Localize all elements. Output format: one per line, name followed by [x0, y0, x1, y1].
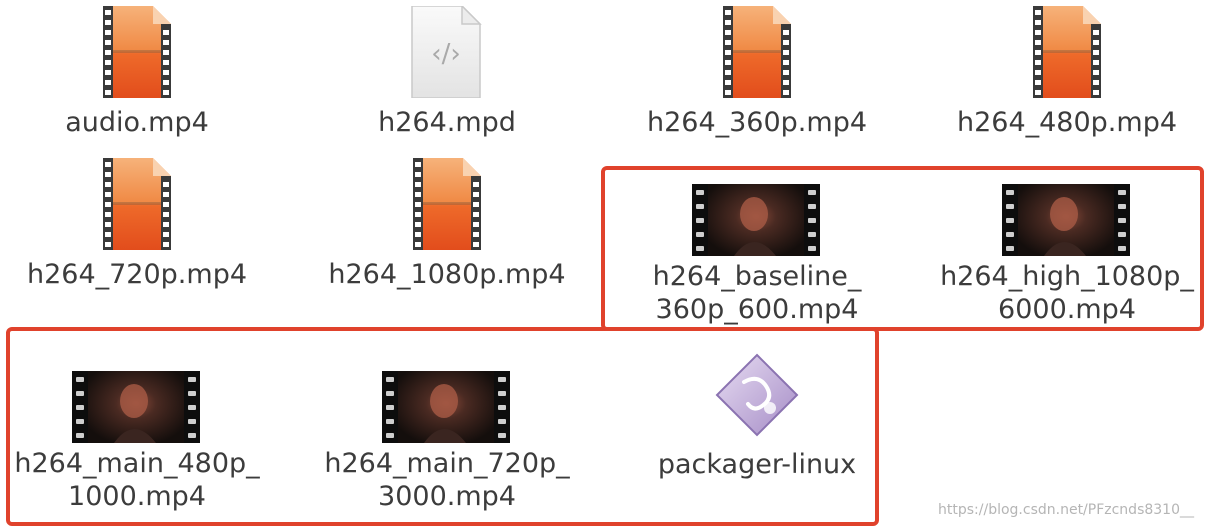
file-h264-1080p-mp4[interactable]: h264_1080p.mp4: [312, 158, 582, 291]
file-label: h264_720p.mp4: [26, 259, 248, 290]
svg-text:‹/›: ‹/›: [431, 39, 461, 69]
video-file-icon: [101, 6, 173, 98]
file-label: h264_480p.mp4: [956, 107, 1178, 138]
highlight-box-top: [601, 166, 1204, 331]
file-label: audio.mp4: [65, 107, 209, 138]
file-label: h264_1080p.mp4: [328, 259, 566, 290]
video-file-icon: [1031, 6, 1103, 98]
file-h264-mpd[interactable]: ‹/› h264.mpd: [312, 6, 582, 139]
video-file-icon: [721, 6, 793, 98]
xml-file-icon: ‹/›: [410, 6, 482, 98]
watermark: https://blog.csdn.net/PFzcnds8310__: [938, 502, 1194, 518]
highlight-box-bottom: [6, 327, 879, 526]
video-file-icon: [411, 158, 483, 250]
file-audio-mp4[interactable]: audio.mp4: [2, 6, 272, 139]
file-label: h264_360p.mp4: [646, 107, 868, 138]
file-label: h264.mpd: [378, 107, 516, 138]
file-h264-480p-mp4[interactable]: h264_480p.mp4: [932, 6, 1202, 139]
file-h264-720p-mp4[interactable]: h264_720p.mp4: [2, 158, 272, 291]
file-h264-360p-mp4[interactable]: h264_360p.mp4: [622, 6, 892, 139]
video-file-icon: [101, 158, 173, 250]
